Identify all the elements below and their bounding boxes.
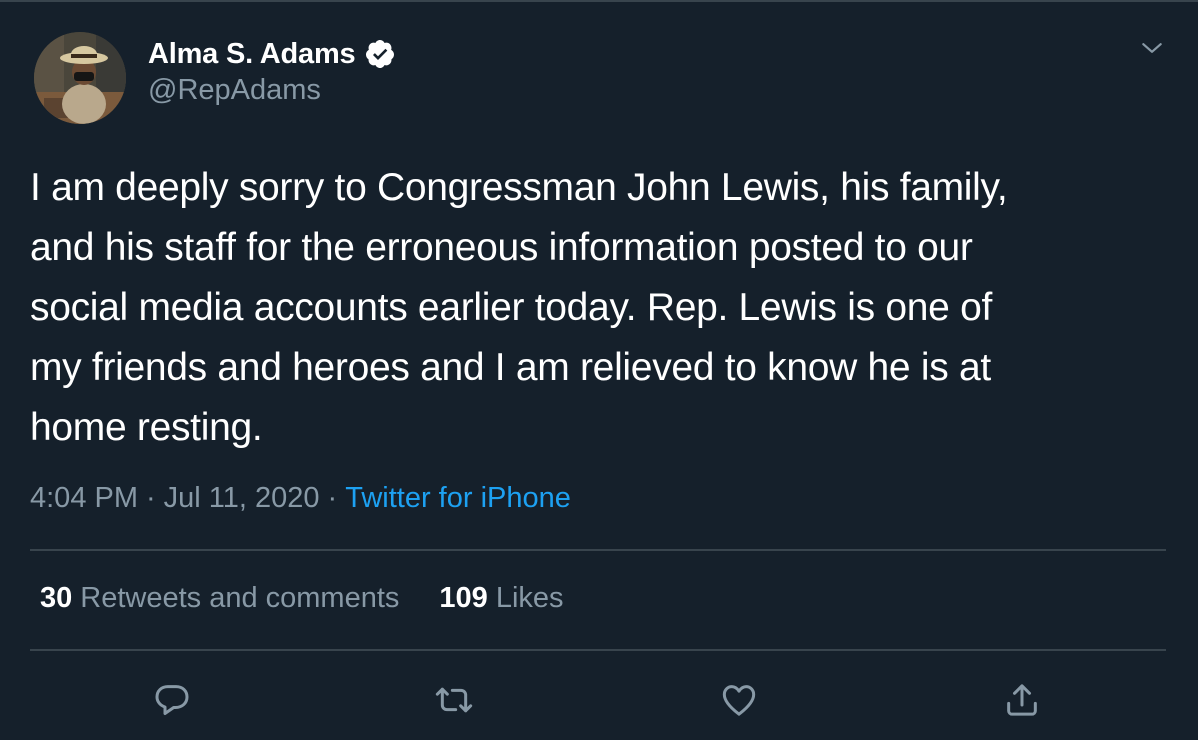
avatar[interactable] [34,32,126,124]
likes-count: 109 [439,582,488,614]
divider [30,649,1166,651]
retweet-button[interactable] [430,676,478,724]
tweet-actions [0,670,1198,730]
tweet-source-link[interactable]: Twitter for iPhone [345,482,571,514]
tweet-card: Alma S. Adams @RepAdams I am deeply sorr… [0,0,1198,740]
like-button[interactable] [715,676,763,724]
retweets-count: 30 [40,582,73,614]
share-icon [1007,684,1037,716]
divider [30,549,1166,551]
tweet-time[interactable]: 4:04 PM [30,482,138,514]
meta-separator: · [146,482,156,514]
tweet-date[interactable]: Jul 11, 2020 [164,482,320,514]
author-handle[interactable]: @RepAdams [148,74,321,107]
meta-separator: · [327,482,338,514]
reply-button[interactable] [148,676,196,724]
author-name-row[interactable]: Alma S. Adams [148,36,397,72]
retweets-stat[interactable]: 30 Retweets and comments [40,582,399,615]
avatar-image [34,32,126,124]
tweet-meta: 4:04 PM · Jul 11, 2020 · Twitter for iPhone [30,482,571,515]
likes-label: Likes [495,582,564,614]
chevron-down-icon[interactable] [1136,32,1168,64]
reply-icon [155,685,189,715]
retweet-icon [435,687,473,713]
likes-stat[interactable]: 109 Likes [439,582,563,615]
retweets-label: Retweets and comments [80,582,400,614]
like-icon [722,685,756,716]
verified-badge-icon [363,37,397,71]
tweet-text: I am deeply sorry to Congressman John Le… [30,166,1008,449]
tweet-stats: 30 Retweets and comments 109 Likes [40,582,604,615]
author-display-name[interactable]: Alma S. Adams [148,38,356,71]
share-button[interactable] [998,676,1046,724]
